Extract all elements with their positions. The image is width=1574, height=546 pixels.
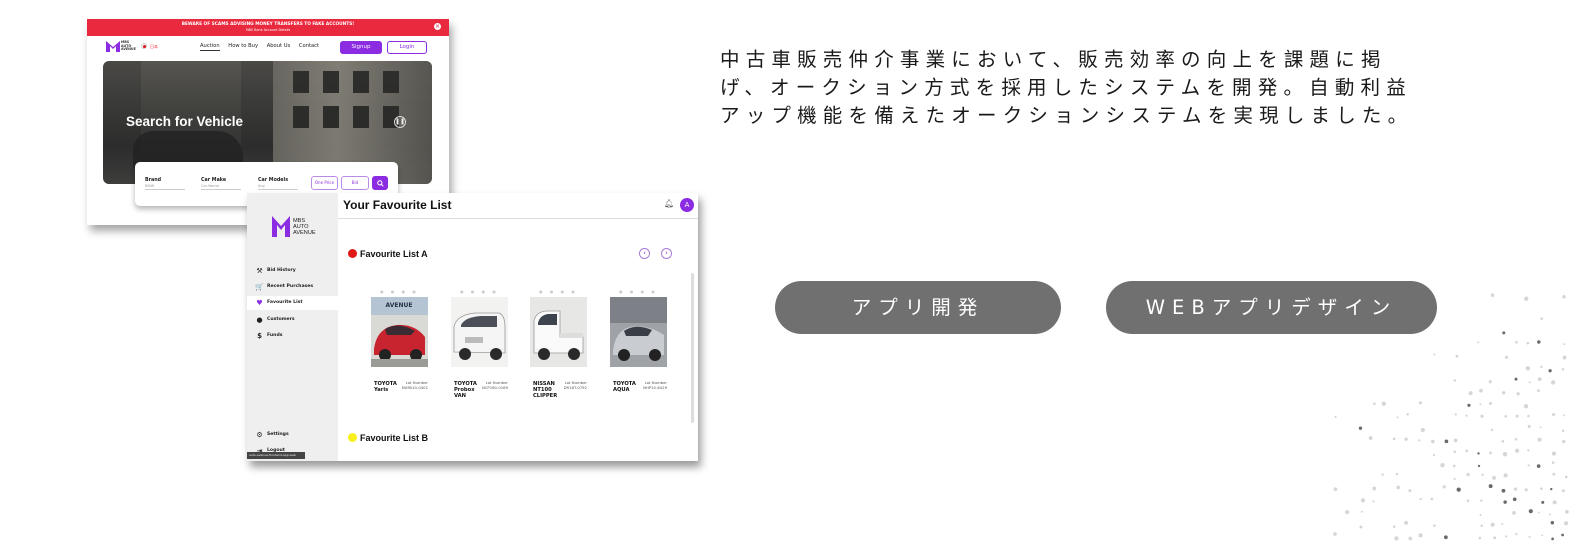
car-photo (610, 297, 667, 367)
sidebar-item-settings[interactable]: ⚙ Settings (247, 428, 338, 442)
nav-how-to-buy[interactable]: How to Buy (228, 43, 258, 49)
image-dots: ● ● ● ● (539, 289, 578, 294)
banner-warning-text: BEWARE OF SCAMS ADVISING MONEY TRANSFERS… (181, 22, 355, 27)
car-card[interactable]: ● ● ● ● AVENUE TOYOTA Yaris Lot Number M… (371, 289, 428, 393)
car-photo: AVENUE (371, 297, 428, 367)
image-dots: ● ● ● ● (380, 289, 419, 294)
car-make-field[interactable]: Car Make Car Name (201, 178, 241, 190)
svg-text:AVENUE: AVENUE (386, 302, 413, 309)
list-a-dot (348, 249, 357, 258)
bid-button[interactable]: Bid (341, 176, 369, 190)
gavel-icon: ⚒ (256, 267, 263, 275)
car-card[interactable]: ● ● ● ● NISSAN NT100 CLIPPER Lot Number D… (530, 289, 587, 399)
logo-icon[interactable] (106, 41, 120, 52)
car-card[interactable]: ● ● ● ● TOYOTA AQUA Lot Number NHP10-6429 (610, 289, 667, 393)
pause-icon[interactable]: ❚❚ (394, 116, 406, 128)
page-title: Your Favourite List (343, 198, 452, 212)
decorative-dot-pattern (1333, 293, 1569, 541)
logo-text: MBS AUTO AVENUE (121, 40, 136, 52)
logo-icon[interactable] (272, 216, 290, 237)
image-dots: ● ● ● ● (460, 289, 499, 294)
one-price-button[interactable]: One Price (311, 176, 338, 190)
banner-sub-text[interactable]: MBS Bank Account Details (87, 28, 449, 33)
bell-icon[interactable]: 🔔︎ (664, 199, 674, 208)
nav-contact[interactable]: Contact (299, 43, 319, 49)
nav-about-us[interactable]: About Us (267, 43, 291, 49)
chevron-left-icon[interactable]: ‹ (639, 248, 650, 259)
search-button[interactable] (372, 176, 388, 190)
car-lot: Lot Number NHP10-6429 (643, 380, 667, 390)
hero-title: Search for Vehicle (126, 114, 244, 129)
site-nav-links: Auction How to Buy About Us Contact (200, 43, 326, 51)
signup-button[interactable]: Signup (340, 41, 382, 54)
close-icon[interactable]: × (434, 23, 441, 30)
sidebar-item-recent-purchases[interactable]: 🛒 Recent Purchases (247, 280, 338, 294)
project-description: 中古車販売仲介事業において、販売効率の向上を課題に掲 げ、オークション方式を採用… (720, 46, 1500, 130)
dashboard-header: Your Favourite List 🔔︎ A (338, 193, 698, 219)
cart-icon: 🛒 (255, 283, 264, 291)
url-status-tooltip: auto-avenue-frontend-app.web (247, 452, 305, 459)
car-lot: Lot Number DR16T-0792 (563, 380, 587, 390)
japan-flag-icon[interactable] (141, 43, 147, 49)
chevron-right-icon[interactable]: › (661, 248, 672, 259)
favourite-list-b-heading: Favourite List B (348, 433, 428, 443)
tag-app-development[interactable]: アプリ開発 (775, 281, 1061, 334)
heart-icon: ♥ (256, 299, 263, 307)
car-models-field[interactable]: Car Models Any (258, 178, 298, 190)
site-navbar: MBS AUTO AVENUE 日本 Auction How to Buy Abou… (87, 36, 449, 58)
language-label[interactable]: 日本 (150, 44, 158, 50)
person-icon: ● (256, 316, 263, 324)
car-lot: Lot Number MXPA10-0401 (401, 380, 428, 390)
dashboard-sidebar: MBS AUTO AVENUE ⚒ Bid History 🛒 Recent Purch… (247, 193, 338, 461)
sidebar-item-favourite-list[interactable]: ♥ Favourite List (247, 296, 338, 310)
car-lot: Lot Number NCP160-0169 (481, 380, 508, 390)
sidebar-item-bid-history[interactable]: ⚒ Bid History (247, 264, 338, 278)
login-button[interactable]: Login (387, 41, 427, 54)
image-dots: ● ● ● ● (619, 289, 658, 294)
sidebar-item-funds[interactable]: $ Funds (247, 329, 338, 343)
list-b-dot (348, 433, 357, 442)
car-photo (451, 297, 508, 367)
scam-warning-banner: BEWARE OF SCAMS ADVISING MONEY TRANSFERS… (87, 19, 449, 36)
logo-text: MBS AUTO AVENUE (293, 218, 316, 236)
search-icon (376, 180, 384, 187)
dashboard-main: Your Favourite List 🔔︎ A Favourite List … (338, 193, 698, 461)
description-line: アップ機能を備えたオークションシステムを実現しました。 (720, 104, 1414, 127)
avatar[interactable]: A (680, 198, 694, 212)
sidebar-item-customers[interactable]: ● Customers (247, 313, 338, 327)
nav-auction[interactable]: Auction (200, 43, 220, 51)
car-photo (530, 297, 587, 367)
scrollbar[interactable] (691, 273, 694, 423)
gear-icon: ⚙ (256, 431, 263, 439)
favourite-list-a-heading: Favourite List A (348, 249, 428, 259)
description-line: 中古車販売仲介事業において、販売効率の向上を課題に掲 (720, 48, 1387, 71)
dollar-icon: $ (257, 332, 262, 340)
brand-field[interactable]: Brand BMW (145, 178, 185, 190)
description-line: げ、オークション方式を採用したシステムを開発。自動利益 (720, 76, 1412, 99)
car-card[interactable]: ● ● ● ● TOYOTA Probox VAN Lot Number NCP1… (451, 289, 508, 399)
dashboard-mockup: MBS AUTO AVENUE ⚒ Bid History 🛒 Recent Purch… (247, 193, 698, 461)
